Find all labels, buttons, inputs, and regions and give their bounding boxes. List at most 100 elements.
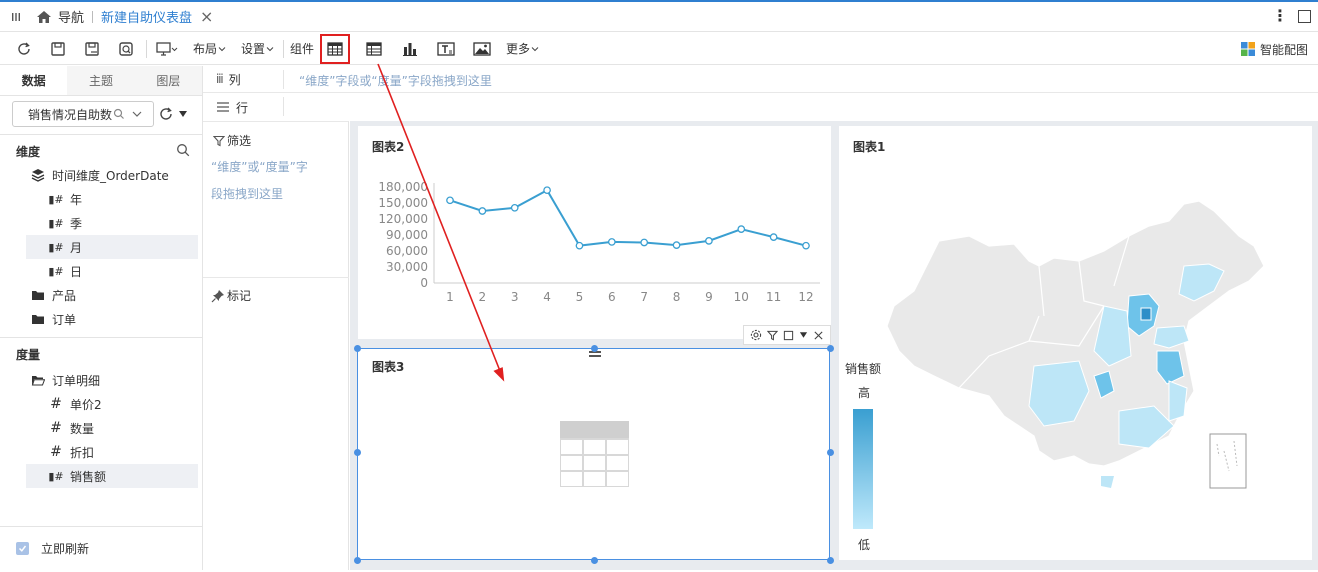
chart3-card[interactable]: 图表3: [357, 348, 830, 560]
dataset-select[interactable]: 销售情况自助数: [12, 101, 154, 127]
y-tick-label: 60,000: [386, 244, 428, 258]
pin-icon: [211, 289, 224, 302]
layers-icon: [30, 168, 46, 182]
caret-down-icon[interactable]: [799, 331, 808, 339]
sales-label: 销售额: [70, 469, 107, 484]
filter-icon[interactable]: [766, 330, 778, 341]
hash-icon: ▮#: [48, 264, 64, 278]
chart2-card[interactable]: 图表2 0 30,000 60,000 90,000 120,000 150,000 180…: [358, 126, 831, 339]
more-dropdown[interactable]: 更多: [506, 37, 540, 61]
crosstab-component-button[interactable]: [362, 37, 386, 61]
home-nav-label[interactable]: 导航: [58, 7, 84, 26]
x-tick-label: 6: [608, 290, 616, 304]
settings-dropdown[interactable]: 设置: [241, 37, 275, 61]
chevron-down-icon: [531, 46, 539, 51]
tree-item-quantity[interactable]: # 数量: [0, 416, 202, 440]
data-point[interactable]: [510, 203, 519, 212]
tree-item-sales[interactable]: ▮# 销售额: [26, 464, 198, 488]
image-component-button[interactable]: [470, 37, 494, 61]
price-label: 单价2: [70, 397, 102, 412]
caret-down-icon[interactable]: [178, 110, 188, 118]
smart-chart-button[interactable]: 智能配图: [1240, 37, 1308, 61]
resize-handle[interactable]: [827, 449, 834, 456]
home-icon[interactable]: [34, 5, 54, 29]
resize-handle[interactable]: [354, 345, 361, 352]
title-divider: [92, 10, 94, 23]
time-dimension-label: 时间维度_OrderDate: [52, 168, 169, 183]
grid-menu-icon[interactable]: [4, 5, 28, 29]
refresh-icon[interactable]: [12, 37, 36, 61]
chart1-card[interactable]: 图表1 销售额 高 低: [839, 126, 1312, 560]
search-icon[interactable]: [176, 143, 190, 157]
gear-icon[interactable]: [750, 329, 762, 341]
data-point[interactable]: [640, 238, 649, 247]
resize-handle[interactable]: [827, 557, 834, 564]
filter-mark-panel: 筛选 “维度”或“度量”字 段拖拽到这里 标记: [203, 121, 349, 570]
tree-item-price[interactable]: # 单价2: [0, 392, 202, 416]
tree-item-season[interactable]: ▮# 季: [0, 211, 202, 235]
data-point[interactable]: [543, 186, 551, 195]
left-tabs: 数据 主题 图层: [0, 66, 202, 96]
preview-icon[interactable]: [114, 37, 138, 61]
resize-handle[interactable]: [591, 557, 598, 564]
table-component-button[interactable]: [320, 33, 351, 64]
maximize-icon[interactable]: [1298, 10, 1311, 23]
search-icon[interactable]: [113, 108, 125, 120]
close-icon[interactable]: [813, 330, 824, 341]
resize-handle[interactable]: [591, 345, 598, 352]
data-point[interactable]: [478, 207, 487, 215]
hash-icon: ▮#: [48, 240, 64, 254]
tree-item-time-dimension[interactable]: 时间维度_OrderDate: [0, 163, 202, 187]
x-tick-label: 4: [543, 290, 551, 304]
tab-layers[interactable]: 图层: [134, 66, 202, 95]
resize-handle[interactable]: [354, 557, 361, 564]
legend-title: 销售额: [845, 362, 882, 376]
month-label: 月: [70, 240, 83, 255]
dimensions-header: 维度: [0, 139, 202, 163]
data-point[interactable]: [446, 196, 454, 205]
layout-dropdown[interactable]: 布局: [193, 37, 227, 61]
maximize-icon[interactable]: [783, 330, 794, 341]
bar-chart-component-button[interactable]: [398, 37, 422, 61]
mark-divider: [203, 277, 349, 278]
tree-item-year[interactable]: ▮# 年: [0, 187, 202, 211]
filter-drop-hint[interactable]: “维度”或“度量”字 段拖拽到这里: [211, 154, 345, 208]
chevron-down-icon: [266, 46, 274, 51]
chevron-down-icon[interactable]: [131, 109, 143, 119]
tree-item-order[interactable]: 订单: [0, 307, 202, 331]
data-point[interactable]: [802, 241, 810, 250]
row-shelf[interactable]: 行: [203, 93, 1318, 121]
data-point[interactable]: [705, 237, 713, 245]
save-icon[interactable]: [46, 37, 70, 61]
resize-handle[interactable]: [827, 345, 834, 352]
tab-theme[interactable]: 主题: [67, 66, 135, 95]
data-point[interactable]: [672, 241, 681, 249]
settings-label: 设置: [241, 42, 266, 56]
tree-item-order-detail[interactable]: 订单明细: [0, 368, 202, 392]
resize-handle[interactable]: [354, 449, 361, 456]
tree-item-day[interactable]: ▮# 日: [0, 259, 202, 283]
dashboard-canvas: 图表2 0 30,000 60,000 90,000 120,000 150,000 180…: [350, 121, 1318, 570]
tree-item-discount[interactable]: # 折扣: [0, 440, 202, 464]
data-point[interactable]: [737, 225, 746, 233]
data-point[interactable]: [607, 238, 616, 246]
data-point[interactable]: [575, 241, 584, 250]
save-as-icon[interactable]: [80, 37, 104, 61]
series-line: [449, 188, 807, 247]
refresh-dataset-icon[interactable]: [158, 106, 174, 122]
legend-high-label: 高: [858, 386, 871, 400]
column-shelf[interactable]: ⅲ 列 “维度”字段或“度量”字段拖拽到这里: [203, 66, 1318, 93]
tab-dashboard[interactable]: 新建自助仪表盘: [101, 7, 192, 26]
text-component-button[interactable]: [434, 37, 458, 61]
more-vertical-icon[interactable]: ⋮: [1272, 6, 1288, 25]
close-tab-icon[interactable]: ×: [200, 7, 213, 26]
data-point[interactable]: [769, 233, 778, 241]
tab-data[interactable]: 数据: [0, 66, 68, 95]
row-label: 行: [236, 100, 249, 115]
auto-refresh-checkbox[interactable]: [16, 542, 29, 555]
display-dropdown[interactable]: [155, 37, 179, 61]
tree-item-month[interactable]: ▮# 月: [26, 235, 198, 259]
columns-icon: ⅲ: [216, 72, 224, 86]
product-label: 产品: [52, 288, 77, 303]
tree-item-product[interactable]: 产品: [0, 283, 202, 307]
